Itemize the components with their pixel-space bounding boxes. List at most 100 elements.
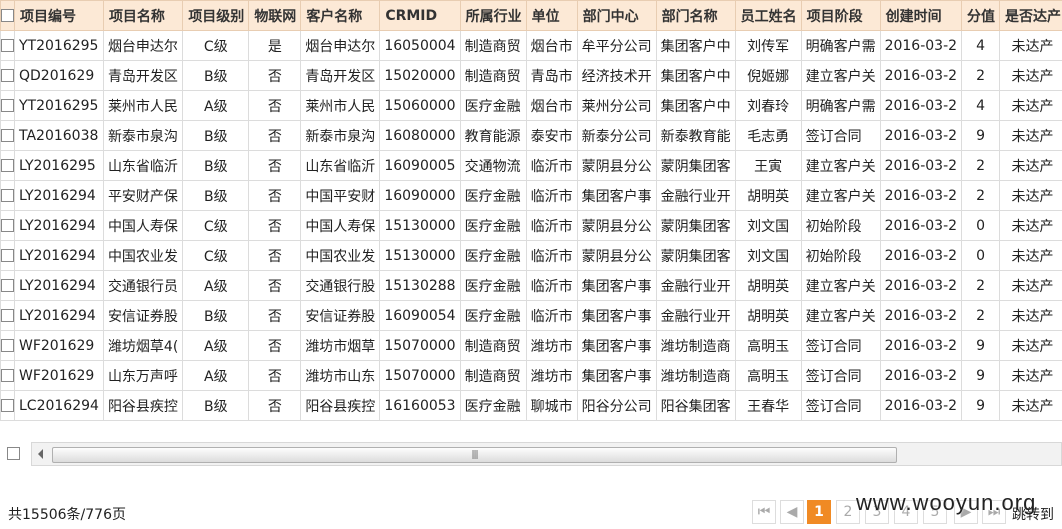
cell-score: 9 <box>961 360 1001 391</box>
row-checkbox[interactable] <box>0 180 15 211</box>
column-header-customer-name[interactable]: 客户名称 <box>300 0 381 31</box>
prev-page-icon[interactable]: ◀ <box>780 500 804 524</box>
cell-iot: 否 <box>248 360 302 391</box>
cell-project-level: A级 <box>182 330 250 361</box>
column-header-industry[interactable]: 所属行业 <box>459 0 527 31</box>
table-row[interactable]: LY2016294 安信证券股 B级否安信证券股 16090054 医疗金融 临沂市 集团客… <box>0 300 1062 331</box>
column-header-project-level[interactable]: 项目级别 <box>182 0 250 31</box>
cell-dept-name: 集团客户中 <box>655 30 736 61</box>
table-row[interactable]: LY2016294 中国人寿保 C级否中国人寿保 15130000 医疗金融 临沂市 蒙阴县… <box>0 210 1062 241</box>
cell-industry: 医疗金融 <box>459 270 527 301</box>
table-row[interactable]: TA2016038 新泰市泉沟 B级否新泰市泉沟 16080000 教育能源 泰安市 新泰分… <box>0 120 1062 151</box>
cell-unit: 潍坊市 <box>525 330 578 361</box>
column-header-dept-name[interactable]: 部门名称 <box>655 0 736 31</box>
column-header-employee-name[interactable]: 员工姓名 <box>734 0 802 31</box>
cell-project-id: LY2016294 <box>14 240 104 271</box>
cell-project-name: 山东万声呼 <box>102 360 184 391</box>
first-page-icon[interactable]: ⏮ <box>752 500 776 524</box>
cell-industry: 制造商贸 <box>459 60 527 91</box>
row-checkbox[interactable] <box>0 390 15 421</box>
table-row[interactable]: LY2016294 平安财产保 B级否中国平安财 16090000 医疗金融 临沂市 集团客… <box>0 180 1062 211</box>
cell-employee-name: 高明玉 <box>734 330 802 361</box>
cell-project-name: 交通银行员 <box>102 270 184 301</box>
cell-crmid: 16050004 <box>379 30 461 61</box>
jump-to-page-label[interactable]: 跳转到 <box>1012 504 1054 524</box>
cell-dept-name: 金融行业开 <box>655 180 736 211</box>
cell-customer-name: 新泰市泉沟 <box>300 120 381 151</box>
table-row[interactable]: QD201629 青岛开发区 B级否青岛开发区 15020000 制造商贸 青岛市 经济技术… <box>0 60 1062 91</box>
cell-project-stage: 签订合同 <box>800 120 881 151</box>
row-checkbox[interactable] <box>0 300 15 331</box>
column-header-crmid[interactable]: CRMID <box>379 0 461 31</box>
cell-iot: 否 <box>248 150 302 181</box>
cell-score: 9 <box>961 330 1001 361</box>
column-header-dept-center[interactable]: 部门中心 <box>576 0 657 31</box>
cell-iot: 否 <box>248 180 302 211</box>
column-header-production-status[interactable]: 是否达产 <box>999 0 1062 31</box>
cell-unit: 聊城市 <box>525 390 578 421</box>
cell-project-name: 平安财产保 <box>102 180 184 211</box>
cell-dept-name: 潍坊制造商 <box>655 330 736 361</box>
row-checkbox[interactable] <box>0 90 15 121</box>
cell-customer-name: 潍坊市山东 <box>300 360 381 391</box>
table-row[interactable]: YT2016295 烟台申达尔 C级是烟台申达尔 16050004 制造商贸 烟台市 牟平分… <box>0 30 1062 61</box>
cell-created-time: 2016-03-2 <box>879 210 963 241</box>
cell-project-name: 莱州市人民 <box>102 90 184 121</box>
cell-customer-name: 青岛开发区 <box>300 60 381 91</box>
table-row[interactable]: WF201629 潍坊烟草4(A级否潍坊市烟草 15070000 制造商贸 潍坊市 集团客… <box>0 330 1062 361</box>
column-header-project-id[interactable]: 项目编号 <box>14 0 104 31</box>
table-row[interactable]: LY2016294 交通银行员 A级否交通银行股 15130288 医疗金融 临沂市 集团客… <box>0 270 1062 301</box>
cell-crmid: 15130000 <box>379 210 461 241</box>
cell-project-stage: 签订合同 <box>800 360 881 391</box>
row-checkbox[interactable] <box>0 330 15 361</box>
table-row[interactable]: LC2016294 阳谷县疾控 B级否阳谷县疾控 16160053 医疗金融 聊城市 阳谷分… <box>0 390 1062 421</box>
cell-project-level: C级 <box>182 240 250 271</box>
column-header-created-time[interactable]: 创建时间 <box>879 0 963 31</box>
cell-project-id: LY2016294 <box>14 270 104 301</box>
scrollbar-track[interactable]: ||| <box>31 442 1062 466</box>
table-row[interactable]: WF201629 山东万声呼 A级否潍坊市山东 15070000 制造商贸 潍坊市 集团客户… <box>0 360 1062 391</box>
row-checkbox[interactable] <box>0 210 15 241</box>
cell-created-time: 2016-03-2 <box>879 120 963 151</box>
select-all-checkbox[interactable] <box>0 0 15 31</box>
cell-employee-name: 刘传军 <box>734 30 802 61</box>
cell-unit: 临沂市 <box>525 210 578 241</box>
cell-dept-name: 集团客户中 <box>655 90 736 121</box>
table-row[interactable]: YT2016295 莱州市人民 A级否莱州市人民 15060000 医疗金融 烟台市 莱州分… <box>0 90 1062 121</box>
cell-iot: 否 <box>248 390 302 421</box>
column-header-project-name[interactable]: 项目名称 <box>102 0 184 31</box>
cell-customer-name: 中国农业发 <box>300 240 381 271</box>
table-row[interactable]: LY2016294 中国农业发 C级否中国农业发 15130000 医疗金融 临沂市 蒙阴县… <box>0 240 1062 271</box>
row-checkbox[interactable] <box>0 60 15 91</box>
cell-iot: 否 <box>248 60 302 91</box>
row-checkbox[interactable] <box>0 240 15 271</box>
cell-project-id: TA2016038 <box>14 120 104 151</box>
row-checkbox[interactable] <box>0 150 15 181</box>
footer-row-checkbox[interactable] <box>7 447 20 460</box>
column-header-iot[interactable]: 物联网 <box>248 0 302 31</box>
cell-created-time: 2016-03-2 <box>879 330 963 361</box>
row-checkbox[interactable] <box>0 360 15 391</box>
cell-project-stage: 签订合同 <box>800 390 881 421</box>
column-header-unit[interactable]: 单位 <box>525 0 578 31</box>
cell-created-time: 2016-03-2 <box>879 150 963 181</box>
row-checkbox[interactable] <box>0 270 15 301</box>
table-row[interactable]: LY2016295 山东省临沂 B级否山东省临沂 16090005 交通物流 临沂市 蒙阴县… <box>0 150 1062 181</box>
column-header-project-stage[interactable]: 项目阶段 <box>800 0 881 31</box>
column-header-score[interactable]: 分值 <box>961 0 1001 31</box>
cell-production-status: 未达产 <box>999 330 1062 361</box>
cell-crmid: 15130000 <box>379 240 461 271</box>
page-button-1[interactable]: 1 <box>807 500 831 524</box>
cell-score: 4 <box>961 90 1001 121</box>
cell-project-name: 青岛开发区 <box>102 60 184 91</box>
horizontal-scrollbar[interactable]: ||| <box>0 441 1062 467</box>
cell-dept-name: 蒙阴集团客 <box>655 240 736 271</box>
cell-project-level: B级 <box>182 390 250 421</box>
cell-project-name: 阳谷县疾控 <box>102 390 184 421</box>
row-checkbox[interactable] <box>0 120 15 151</box>
cell-industry: 制造商贸 <box>459 30 527 61</box>
scroll-left-arrow-icon[interactable] <box>38 449 43 459</box>
cell-unit: 青岛市 <box>525 60 578 91</box>
scrollbar-thumb[interactable]: ||| <box>52 447 897 463</box>
row-checkbox[interactable] <box>0 30 15 61</box>
